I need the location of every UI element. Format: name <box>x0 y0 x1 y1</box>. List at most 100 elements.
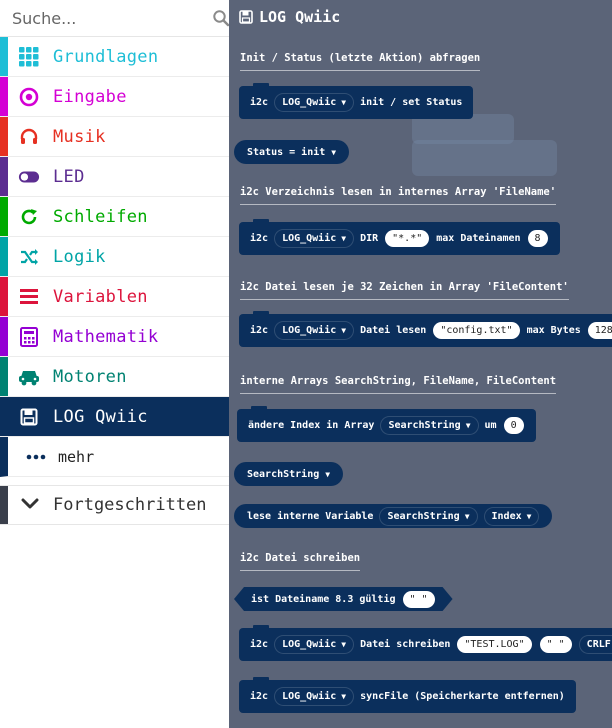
sidebar-item-label: Variablen <box>53 286 148 307</box>
block-dropdown-array[interactable]: SearchString ▼ <box>380 416 479 435</box>
sidebar-item-grundlagen[interactable]: Grundlagen <box>0 37 229 77</box>
sidebar-item-mathematik[interactable]: Mathematik <box>0 317 229 357</box>
sidebar-item-label: Musik <box>53 126 106 147</box>
section-label-arrays: interne Arrays SearchString, FileName, F… <box>240 375 557 394</box>
sidebar-item-label: LED <box>53 166 85 187</box>
dropdown-arrow-icon: ▼ <box>465 421 471 430</box>
block-dropdown-status[interactable]: init ▼ <box>301 147 336 158</box>
headphones-icon <box>18 126 40 148</box>
block-write-file[interactable]: i2c LOG_Qwiic ▼ Datei schreiben "TEST.LOG… <box>239 625 612 661</box>
block-input-max-bytes[interactable]: 128 <box>587 322 612 339</box>
block-text: ändere Index in Array <box>248 420 375 431</box>
dropdown-arrow-icon: ▼ <box>341 326 347 335</box>
loop-icon <box>18 206 40 228</box>
block-text: max Bytes <box>526 325 581 336</box>
dropdown-arrow-icon: ▼ <box>341 234 347 243</box>
block-filename-valid[interactable]: ist Dateiname 8.3 gültig " " <box>234 587 453 611</box>
block-dropdown-device[interactable]: LOG_Qwiic ▼ <box>274 321 355 340</box>
block-dropdown-line-ending[interactable]: CRLF▼ <box>578 635 612 654</box>
chevron-down-icon <box>20 496 40 515</box>
blocks-workspace[interactable]: LOG Qwiic Init / Status (letzte Aktion) … <box>229 0 612 728</box>
sidebar-item-label: Fortgeschritten <box>53 495 207 515</box>
block-dir[interactable]: i2c LOG_Qwiic ▼ DIR "*.*" max Dateinamen … <box>239 219 560 255</box>
sidebar-item-label: Schleifen <box>53 206 148 227</box>
sidebar-item-eingabe[interactable]: Eingabe <box>0 77 229 117</box>
sidebar-item-label: mehr <box>58 447 95 466</box>
dropdown-arrow-icon: ▼ <box>341 692 347 701</box>
block-prefix: i2c <box>250 325 269 336</box>
sidebar-item-label: Logik <box>53 246 106 267</box>
block-prefix: i2c <box>250 233 269 244</box>
block-input-content[interactable]: " " <box>539 636 572 653</box>
block-change-index[interactable]: ändere Index in Array SearchString ▼ um 0 <box>237 406 536 442</box>
block-text: DIR <box>360 233 379 244</box>
sidebar-item-label: Grundlagen <box>53 46 159 67</box>
grid-icon <box>18 46 40 68</box>
block-read-file[interactable]: i2c LOG_Qwiic ▼ Datei lesen "config.txt" … <box>239 311 612 347</box>
block-text: ist Dateiname 8.3 gültig <box>251 593 396 605</box>
block-prefix: i2c <box>250 97 269 108</box>
block-text: init / set Status <box>360 97 463 108</box>
block-text: lese interne Variable <box>247 510 374 522</box>
block-text: um <box>484 420 497 431</box>
block-text: Datei schreiben <box>360 639 451 650</box>
block-read-internal-variable[interactable]: lese interne Variable SearchString ▼ Inde… <box>234 504 553 528</box>
block-prefix: i2c <box>250 639 269 650</box>
block-input-pattern[interactable]: "*.*" <box>385 230 430 247</box>
block-input-filename[interactable]: " " <box>403 591 435 608</box>
block-status-equals[interactable]: Status = init ▼ <box>234 140 350 164</box>
block-sync-file[interactable]: i2c LOG_Qwiic ▼ syncFile (Speicherkarte e… <box>239 677 576 713</box>
search-icon[interactable] <box>212 9 230 27</box>
block-text: max Dateinamen <box>436 233 521 244</box>
shuffle-icon <box>18 246 40 268</box>
dropdown-arrow-icon: ▼ <box>341 640 347 649</box>
target-icon <box>18 86 40 108</box>
sidebar-item-label: Motoren <box>53 366 127 387</box>
block-dropdown-array[interactable]: SearchString ▼ <box>379 506 478 526</box>
block-input-amount[interactable]: 0 <box>503 417 524 434</box>
toolbox-sidebar: Grundlagen Eingabe Musik LED Schleifen Logik V… <box>0 0 230 728</box>
block-prefix: i2c <box>250 691 269 702</box>
block-dropdown-array[interactable]: SearchString ▼ <box>247 469 330 480</box>
car-icon <box>18 366 40 388</box>
block-dropdown-device[interactable]: LOG_Qwiic ▼ <box>274 93 355 112</box>
block-input-max-names[interactable]: 8 <box>527 230 548 247</box>
sidebar-item-fortgeschritten[interactable]: Fortgeschritten <box>0 485 229 525</box>
search-input[interactable] <box>12 8 212 28</box>
dropdown-arrow-icon: ▼ <box>331 147 337 157</box>
search-bar <box>0 0 230 37</box>
block-searchstring-reporter[interactable]: SearchString ▼ <box>234 462 344 486</box>
list-icon <box>18 286 40 308</box>
sidebar-item-label: LOG Qwiic <box>53 406 148 427</box>
block-dropdown-index[interactable]: Index ▼ <box>483 506 540 526</box>
block-dropdown-device[interactable]: LOG_Qwiic ▼ <box>274 687 355 706</box>
sidebar-item-log-qwiic[interactable]: LOG Qwiic <box>0 397 229 437</box>
workspace-title: LOG Qwiic <box>239 8 340 26</box>
section-label-read-file: i2c Datei lesen je 32 Zeichen in Array '… <box>240 281 569 300</box>
block-dropdown-device[interactable]: LOG_Qwiic ▼ <box>274 635 355 654</box>
dropdown-arrow-icon: ▼ <box>341 98 347 107</box>
block-dropdown-device[interactable]: LOG_Qwiic ▼ <box>274 229 355 248</box>
save-icon <box>18 406 40 428</box>
block-input-filename[interactable]: "TEST.LOG" <box>457 636 532 653</box>
sidebar-item-mehr[interactable]: mehr <box>0 437 229 477</box>
block-input-filename[interactable]: "config.txt" <box>433 322 520 339</box>
sidebar-item-variablen[interactable]: Variablen <box>0 277 229 317</box>
more-icon <box>26 454 46 460</box>
sidebar-item-motoren[interactable]: Motoren <box>0 357 229 397</box>
block-text: Status = <box>247 146 296 158</box>
sidebar-item-logik[interactable]: Logik <box>0 237 229 277</box>
calculator-icon <box>18 326 40 348</box>
save-icon <box>239 10 253 24</box>
dropdown-arrow-icon: ▼ <box>526 511 532 521</box>
sidebar-item-schleifen[interactable]: Schleifen <box>0 197 229 237</box>
sidebar-item-led[interactable]: LED <box>0 157 229 197</box>
sidebar-item-musik[interactable]: Musik <box>0 117 229 157</box>
section-label-write-file: i2c Datei schreiben <box>240 552 361 571</box>
toggle-icon <box>18 166 40 188</box>
section-label-init: Init / Status (letzte Aktion) abfragen <box>240 52 481 71</box>
section-label-directory: i2c Verzeichnis lesen in internes Array … <box>240 186 557 205</box>
ghost-show-text-block <box>412 140 557 176</box>
block-init-set-status[interactable]: i2c LOG_Qwiic ▼ init / set Status <box>239 83 474 119</box>
block-text: Datei lesen <box>360 325 427 336</box>
